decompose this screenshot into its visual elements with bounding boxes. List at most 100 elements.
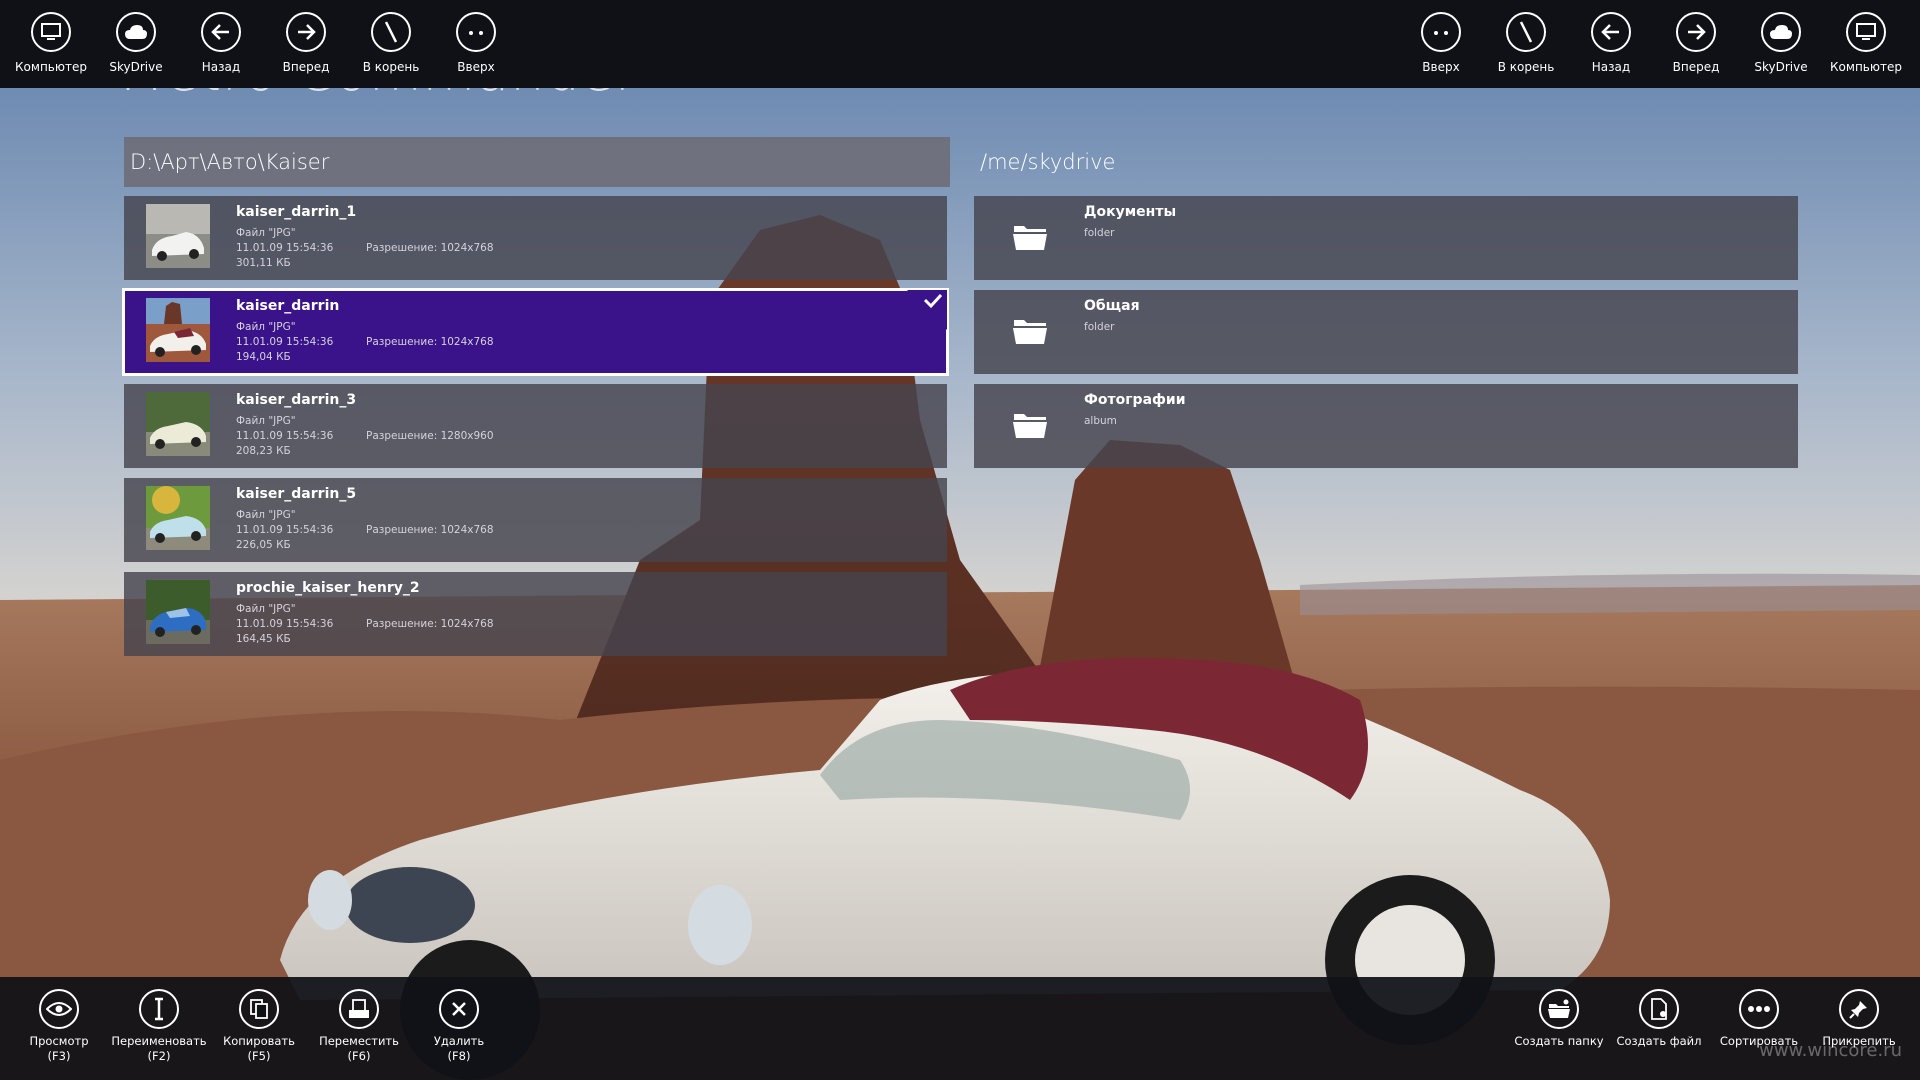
checkmark-icon (907, 290, 947, 330)
command-label: Переименовать (F2) (111, 1034, 207, 1063)
nav-back-button-left[interactable]: Назад (176, 12, 266, 82)
move-icon (339, 989, 379, 1029)
folder-name: Общая (1084, 298, 1140, 314)
file-row-selected[interactable]: kaiser_darrin Файл "JPG" 11.01.09 15:54:… (122, 288, 949, 376)
back-arrow-icon (201, 12, 241, 52)
folder-kind: album (1084, 415, 1117, 427)
command-label: Копировать (F5) (223, 1034, 295, 1063)
cloud-icon (1761, 12, 1801, 52)
up-dots-icon (456, 12, 496, 52)
file-type: Файл "JPG" (236, 415, 296, 427)
nav-label: Вверх (457, 60, 495, 74)
command-label: Просмотр (F3) (29, 1034, 89, 1063)
command-label: Удалить (F8) (433, 1034, 485, 1063)
file-row[interactable]: kaiser_darrin_5 Файл "JPG" 11.01.09 15:5… (124, 478, 947, 562)
file-thumbnail (146, 580, 210, 644)
eye-icon (39, 989, 79, 1029)
cloud-icon (116, 12, 156, 52)
file-type: Файл "JPG" (236, 321, 296, 333)
file-date: 11.01.09 15:54:36 (236, 336, 334, 348)
nav-label: В корень (1497, 60, 1555, 74)
create-folder-button[interactable]: Создать папку (1504, 989, 1614, 1077)
folder-icon (1013, 226, 1047, 250)
nav-forward-button-right[interactable]: Вперед (1651, 12, 1741, 82)
rename-button[interactable]: Переименовать (F2) (104, 989, 214, 1077)
folder-row[interactable]: Фотографии album (974, 384, 1798, 468)
file-date: 11.01.09 15:54:36 (236, 618, 334, 630)
delete-button[interactable]: Удалить (F8) (404, 989, 514, 1077)
nav-label: Вверх (1422, 60, 1460, 74)
nav-label: Вперед (1672, 60, 1720, 74)
file-type: Файл "JPG" (236, 509, 296, 521)
file-thumbnail (146, 392, 210, 456)
nav-label: Компьютер (1830, 60, 1902, 74)
delete-icon (439, 989, 479, 1029)
command-label: Создать файл (1616, 1034, 1702, 1048)
file-thumbnail (146, 486, 210, 550)
computer-icon (31, 12, 71, 52)
folder-kind: folder (1084, 321, 1115, 333)
file-resolution: Разрешение: 1024x768 (366, 524, 494, 536)
forward-arrow-icon (286, 12, 326, 52)
nav-root-button-left[interactable]: В корень (346, 12, 436, 82)
nav-up-button-left[interactable]: Вверх (431, 12, 521, 82)
folder-row[interactable]: Общая folder (974, 290, 1798, 374)
file-date: 11.01.09 15:54:36 (236, 430, 334, 442)
create-file-button[interactable]: Создать файл (1604, 989, 1714, 1077)
folder-icon (1013, 414, 1047, 438)
new-folder-icon (1539, 989, 1579, 1029)
forward-arrow-icon (1676, 12, 1716, 52)
nav-label: SkyDrive (109, 60, 163, 74)
file-size: 226,05 КБ (236, 539, 291, 551)
file-row[interactable]: kaiser_darrin_1 Файл "JPG" 11.01.09 15:5… (124, 196, 947, 280)
move-button[interactable]: Переместить (F6) (304, 989, 414, 1077)
command-label: Создать папку (1514, 1034, 1604, 1048)
file-date: 11.01.09 15:54:36 (236, 524, 334, 536)
file-name: prochie_kaiser_henry_2 (236, 580, 420, 596)
folder-name: Фотографии (1084, 392, 1186, 408)
file-type: Файл "JPG" (236, 227, 296, 239)
folder-icon (1013, 320, 1047, 344)
right-panel-path[interactable]: /me/skydrive (974, 137, 1794, 187)
folder-name: Документы (1084, 204, 1177, 220)
file-resolution: Разрешение: 1024x768 (366, 618, 494, 630)
file-resolution: Разрешение: 1024x768 (366, 336, 494, 348)
nav-up-button-right[interactable]: Вверх (1396, 12, 1486, 82)
nav-label: Компьютер (15, 60, 87, 74)
file-row[interactable]: prochie_kaiser_henry_2 Файл "JPG" 11.01.… (124, 572, 947, 656)
nav-root-button-right[interactable]: В корень (1481, 12, 1571, 82)
file-name: kaiser_darrin_5 (236, 486, 357, 502)
pin-icon (1839, 989, 1879, 1029)
view-button[interactable]: Просмотр (F3) (4, 989, 114, 1077)
nav-forward-button-left[interactable]: Вперед (261, 12, 351, 82)
nav-back-button-right[interactable]: Назад (1566, 12, 1656, 82)
computer-icon (1846, 12, 1886, 52)
nav-label: Назад (1591, 60, 1631, 74)
nav-label: Назад (201, 60, 241, 74)
rename-icon (139, 989, 179, 1029)
nav-computer-button-left[interactable]: Компьютер (6, 12, 96, 82)
left-panel-path[interactable]: D:\Арт\Авто\Kaiser (124, 137, 950, 187)
top-app-bar: Компьютер SkyDrive Назад Вперед В корень… (0, 0, 1920, 88)
sort-button[interactable]: Сортировать (1704, 989, 1814, 1077)
copy-button[interactable]: Копировать (F5) (204, 989, 314, 1077)
pin-button[interactable]: Прикрепить (1804, 989, 1914, 1077)
file-name: kaiser_darrin_1 (236, 204, 357, 220)
nav-computer-button-right[interactable]: Компьютер (1821, 12, 1911, 82)
nav-skydrive-button-left[interactable]: SkyDrive (91, 12, 181, 82)
folder-kind: folder (1084, 227, 1115, 239)
file-resolution: Разрешение: 1280x960 (366, 430, 494, 442)
file-size: 194,04 КБ (236, 351, 291, 363)
file-type: Файл "JPG" (236, 603, 296, 615)
file-size: 164,45 КБ (236, 633, 291, 645)
file-date: 11.01.09 15:54:36 (236, 242, 334, 254)
file-name: kaiser_darrin (236, 298, 340, 314)
new-file-icon (1639, 989, 1679, 1029)
root-icon (1506, 12, 1546, 52)
file-resolution: Разрешение: 1024x768 (366, 242, 494, 254)
nav-skydrive-button-right[interactable]: SkyDrive (1736, 12, 1826, 82)
nav-label: Вперед (282, 60, 330, 74)
file-row[interactable]: kaiser_darrin_3 Файл "JPG" 11.01.09 15:5… (124, 384, 947, 468)
file-size: 208,23 КБ (236, 445, 291, 457)
folder-row[interactable]: Документы folder (974, 196, 1798, 280)
